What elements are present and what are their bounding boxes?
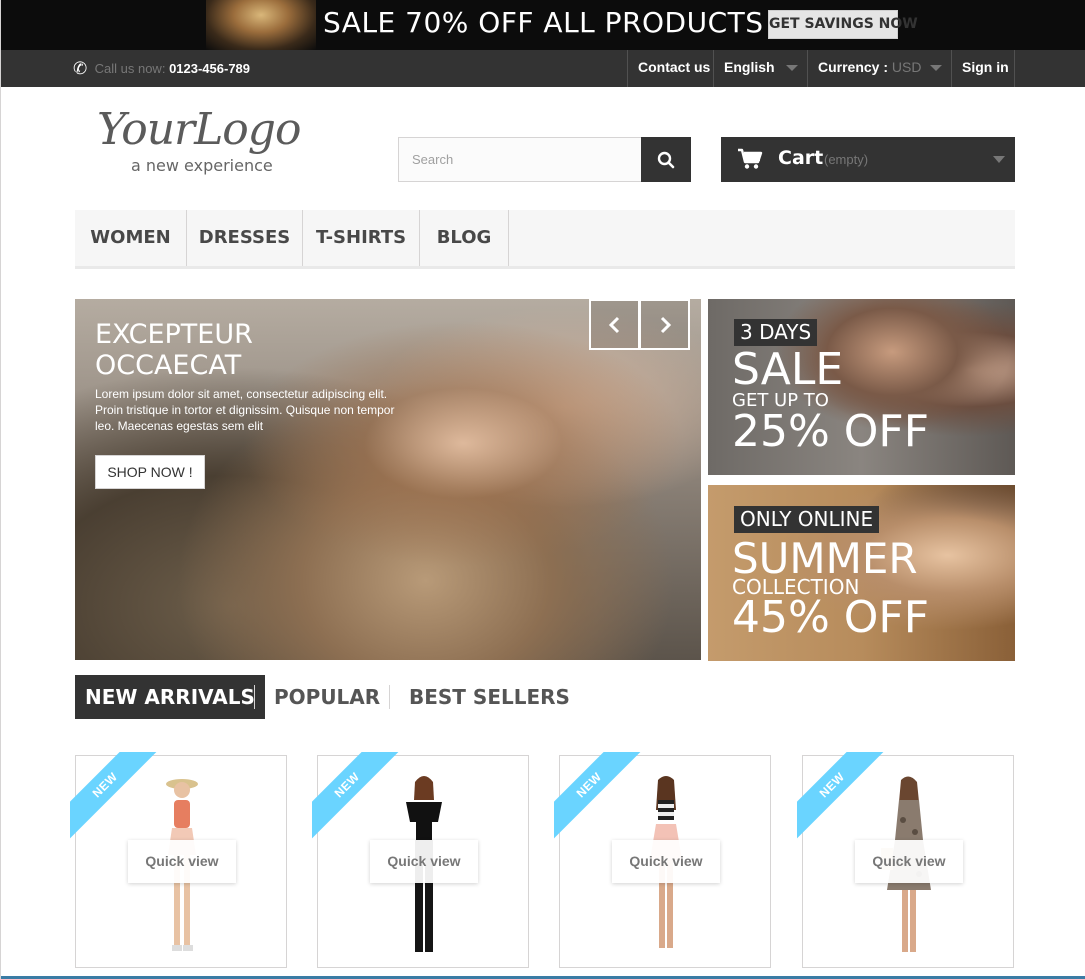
menu-item-dresses[interactable]: DRESSES <box>187 210 303 266</box>
new-ribbon: NEW <box>554 752 644 842</box>
banner-headline: SALE <box>732 344 844 395</box>
quick-view-button[interactable]: Quick view <box>855 840 963 883</box>
new-badge: NEW <box>797 752 887 841</box>
chevron-down-icon <box>786 65 798 71</box>
chevron-down-icon <box>930 65 942 71</box>
logo-tagline: a new experience <box>131 156 273 175</box>
cart-label: Cart <box>778 147 824 169</box>
product-card[interactable]: NEW Quick view <box>797 752 1014 968</box>
new-ribbon: NEW <box>797 752 887 842</box>
slider-prev-button[interactable] <box>589 299 640 350</box>
search-box <box>398 137 691 182</box>
cart-dropdown[interactable]: Cart (empty) <box>721 137 1015 182</box>
menu-item-t-shirts[interactable]: T-SHIRTS <box>303 210 420 266</box>
phone-number: 0123-456-789 <box>169 61 251 76</box>
product-card[interactable]: NEW Quick view <box>312 752 529 968</box>
summer-banner[interactable]: ONLY ONLINE SUMMER COLLECTION 45% OFF <box>708 485 1015 661</box>
new-badge: NEW <box>312 752 402 841</box>
tab-best-sellers[interactable]: BEST SELLERS <box>409 675 570 719</box>
sign-in-link[interactable]: Sign in <box>951 50 1015 87</box>
banner-tag: 3 DAYS <box>734 319 818 346</box>
search-button[interactable] <box>641 137 691 182</box>
currency-label: Currency : <box>818 59 889 75</box>
contact-us-label: Contact us <box>638 59 711 75</box>
cart-status: (empty) <box>824 152 869 167</box>
new-badge: NEW <box>554 752 644 841</box>
call-label: Call us now: <box>94 61 166 76</box>
product-card[interactable]: NEW Quick view <box>554 752 771 968</box>
hero-title: EXCEPTEUR OCCAECAT <box>95 319 253 381</box>
quick-view-button[interactable]: Quick view <box>370 840 478 883</box>
slider-next-button[interactable] <box>639 299 690 350</box>
tab-popular[interactable]: POPULAR <box>274 675 380 719</box>
new-ribbon: NEW <box>312 752 402 842</box>
language-selector[interactable]: English <box>713 50 808 87</box>
banner-tag: ONLY ONLINE <box>734 506 880 533</box>
promo-banner[interactable]: SALE 70% OFF ALL PRODUCTS GET SAVINGS NO… <box>1 0 1085 50</box>
cart-icon <box>738 148 763 169</box>
quick-view-button[interactable]: Quick view <box>128 840 236 883</box>
chevron-down-icon <box>993 156 1005 163</box>
site-logo[interactable]: YourLogo a new experience <box>97 108 337 178</box>
chevron-left-icon <box>608 316 619 333</box>
promo-text: SALE 70% OFF ALL PRODUCTS <box>323 6 764 39</box>
menu-item-women[interactable]: WOMEN <box>75 210 187 266</box>
new-ribbon: NEW <box>70 752 160 842</box>
top-nav-bar: ✆ Call us now: 0123-456-789 Contact us E… <box>1 50 1085 87</box>
promo-model-image <box>206 0 316 50</box>
tab-separator <box>389 685 390 709</box>
language-label: English <box>724 59 775 75</box>
new-badge: NEW <box>70 752 160 841</box>
quick-view-button[interactable]: Quick view <box>612 840 720 883</box>
product-card[interactable]: NEW Quick view <box>70 752 287 968</box>
menu-item-blog[interactable]: BLOG <box>420 210 509 266</box>
contact-us-link[interactable]: Contact us <box>627 50 714 87</box>
phone-icon: ✆ <box>73 59 88 78</box>
tab-new-arrivals[interactable]: NEW ARRIVALS <box>75 675 265 719</box>
sale-banner[interactable]: 3 DAYS SALE GET UP TO 25% OFF <box>708 299 1015 475</box>
logo-wordmark: YourLogo <box>97 104 301 155</box>
hero-slider[interactable]: EXCEPTEUR OCCAECAT Lorem ipsum dolor sit… <box>75 299 701 660</box>
sign-in-label: Sign in <box>962 59 1009 75</box>
shop-now-button[interactable]: SHOP NOW ! <box>95 455 205 489</box>
search-icon <box>657 151 675 168</box>
banner-offer: 45% OFF <box>732 592 930 643</box>
currency-value: USD <box>891 59 922 75</box>
search-input[interactable] <box>398 137 641 182</box>
tab-separator <box>254 685 255 709</box>
chevron-right-icon <box>660 316 671 333</box>
call-us: ✆ Call us now: 0123-456-789 <box>73 50 250 87</box>
get-savings-button[interactable]: GET SAVINGS NOW <box>768 10 918 39</box>
main-menu: WOMEN DRESSES T-SHIRTS BLOG <box>75 210 1015 269</box>
currency-selector[interactable]: Currency : USD <box>807 50 952 87</box>
banner-offer: 25% OFF <box>732 406 930 457</box>
hero-description: Lorem ipsum dolor sit amet, consectetur … <box>95 387 395 433</box>
